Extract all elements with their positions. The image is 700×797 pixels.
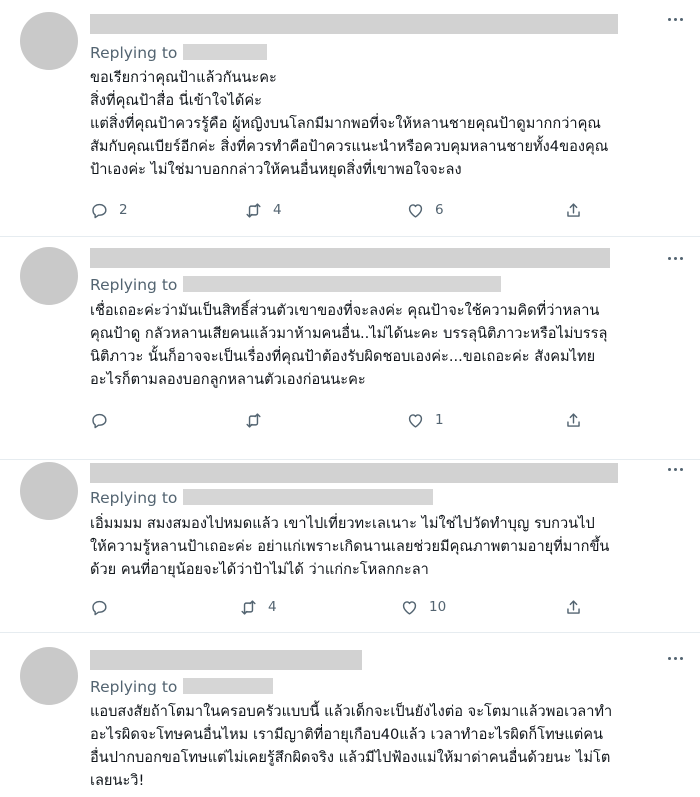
replying-to-label: Replying to	[90, 678, 178, 696]
redacted-username	[90, 14, 618, 34]
tweet-text-line: สัมกับคุณเบียร์อีกค่ะ สิ่งที่ควรทำคือป้า…	[90, 138, 609, 155]
share-button[interactable]	[564, 408, 583, 432]
tweet-text-line: อะไรก็ตามลองบอกลูกหลานตัวเองก่อนนะคะ	[90, 371, 366, 388]
retweet-count: 4	[268, 599, 277, 615]
redacted-handle[interactable]	[183, 489, 434, 505]
retweet-button[interactable]: 4	[239, 595, 277, 619]
redacted-username	[90, 650, 362, 670]
retweet-button[interactable]	[244, 408, 273, 432]
tweet-text-line: อื่นปากบอกขอโทษแต่ไม่เคยรู้สึกผิดจริง แล…	[90, 749, 611, 766]
tweet-actions: 1	[90, 408, 610, 432]
avatar[interactable]	[20, 647, 78, 705]
avatar[interactable]	[20, 12, 78, 70]
replying-to-label: Replying to	[90, 44, 178, 62]
share-icon	[567, 202, 580, 217]
replying-to-label: Replying to	[90, 489, 178, 507]
more-icon[interactable]	[668, 257, 686, 267]
tweet-text-line: นิติภาวะ นั้นก็อาจจะเป็นเรื่องที่คุณป้าต…	[90, 348, 596, 365]
more-icon[interactable]	[668, 468, 686, 478]
tweet-text-line: สิ่งที่คุณป้าสื่อ นี่เข้าใจได้ค่ะ	[90, 92, 262, 109]
avatar[interactable]	[20, 247, 78, 305]
redacted-username	[90, 248, 610, 268]
retweet-button[interactable]: 4	[244, 198, 282, 222]
share-icon	[567, 599, 580, 614]
tweet-text-line: ให้ความรู้หลานป้าเถอะค่ะ อย่าแก่เพราะเกิ…	[90, 538, 610, 555]
tweet-text-line: ด้วย คนที่อายุน้อยจะได้ว่าป้าไม่ได้ ว่าแ…	[90, 561, 429, 578]
share-icon	[567, 412, 580, 427]
tweet-text: เอิ่มมมม สมงสมองไปหมดแล้ว เขาไปเที่ยวทะเ…	[90, 512, 690, 581]
tweet[interactable]: Replying to แอบสงสัยถ้าโตมาในครอบครัวแบบ…	[0, 633, 700, 797]
tweet-actions: 4 10	[90, 595, 610, 619]
tweet-text-line: เอิ่มมมม สมงสมองไปหมดแล้ว เขาไปเที่ยวทะเ…	[90, 515, 595, 532]
like-count: 10	[429, 599, 447, 615]
more-icon[interactable]	[668, 18, 686, 28]
heart-icon	[408, 203, 423, 218]
retweet-count: 4	[273, 202, 282, 218]
tweet-text-line: เชื่อเถอะค่ะว่ามันเป็นสิทธิ์ส่วนตัวเขาขอ…	[90, 302, 600, 319]
tweet-text: ขอเรียกว่าคุณป้าแล้วกันนะคะ สิ่งที่คุณป้…	[90, 66, 690, 181]
tweet-text-line: คุณป้าดู กลัวหลานเสียคนแล้วมาห้ามคนอื่น.…	[90, 325, 608, 342]
tweet[interactable]: Replying to ขอเรียกว่าคุณป้าแล้วกันนะคะ …	[0, 0, 700, 236]
tweet-text: เชื่อเถอะค่ะว่ามันเป็นสิทธิ์ส่วนตัวเขาขอ…	[90, 299, 690, 391]
share-button[interactable]	[564, 198, 583, 222]
replying-to: Replying to	[90, 677, 274, 697]
heart-icon	[408, 413, 423, 428]
tweet-actions: 2 4 6	[90, 198, 610, 222]
like-button[interactable]: 10	[400, 595, 446, 619]
reply-button[interactable]	[90, 595, 119, 619]
like-button[interactable]: 1	[406, 408, 444, 432]
reply-icon	[92, 203, 107, 218]
like-button[interactable]: 6	[406, 198, 444, 222]
replying-to: Replying to	[90, 488, 434, 508]
tweet-text: แอบสงสัยถ้าโตมาในครอบครัวแบบนี้ แล้วเด็ก…	[90, 700, 690, 792]
reply-count: 2	[119, 202, 128, 218]
redacted-handle[interactable]	[183, 678, 274, 694]
tweet-text-line: อะไรผิดจะโทษคนอื่นไหม เรามีญาติที่อายุเก…	[90, 726, 603, 743]
reply-button[interactable]	[90, 408, 119, 432]
heart-icon	[402, 600, 417, 615]
like-count: 1	[435, 412, 444, 428]
reply-button[interactable]: 2	[90, 198, 128, 222]
tweet[interactable]: Replying to เอิ่มมมม สมงสมองไปหมดแล้ว เข…	[0, 460, 700, 632]
like-count: 6	[435, 202, 444, 218]
tweet-text-line: แอบสงสัยถ้าโตมาในครอบครัวแบบนี้ แล้วเด็ก…	[90, 703, 613, 720]
replying-to: Replying to	[90, 43, 268, 63]
retweet-icon	[246, 202, 261, 218]
redacted-handle[interactable]	[183, 44, 268, 60]
avatar[interactable]	[20, 462, 78, 520]
tweet-text-line: ป้าเองค่ะ ไม่ใช่มาบอกกล่าวให้คนอื่นหยุดส…	[90, 161, 462, 178]
redacted-handle[interactable]	[183, 276, 502, 292]
share-button[interactable]	[564, 595, 583, 619]
reply-icon	[92, 600, 107, 615]
tweet-text-line: เลยนะวิ!	[90, 772, 145, 789]
retweet-icon	[241, 599, 256, 615]
replying-to: Replying to	[90, 275, 502, 295]
replying-to-label: Replying to	[90, 276, 178, 294]
tweet-text-line: แต่สิ่งที่คุณป้าควรรู้คือ ผู้หญิงบนโลกมี…	[90, 115, 601, 132]
redacted-username	[90, 463, 618, 483]
tweet-text-line: ขอเรียกว่าคุณป้าแล้วกันนะคะ	[90, 69, 277, 86]
tweet[interactable]: Replying to เชื่อเถอะค่ะว่ามันเป็นสิทธิ์…	[0, 237, 700, 459]
retweet-icon	[246, 412, 261, 428]
reply-icon	[92, 413, 107, 428]
more-icon[interactable]	[668, 657, 686, 667]
